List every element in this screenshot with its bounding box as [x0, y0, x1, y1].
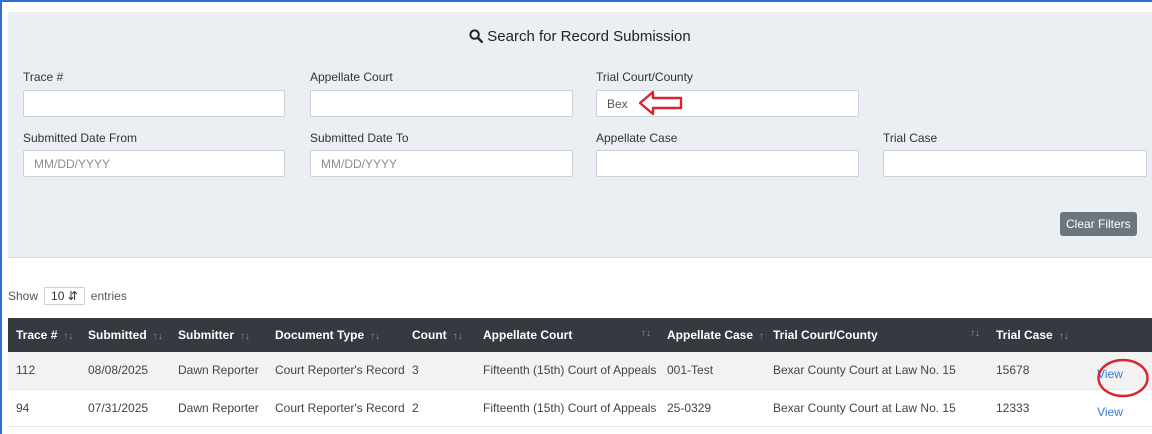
sort-icon: ↑↓ [970, 328, 980, 339]
trace-input[interactable] [23, 90, 285, 117]
cell-document-type: Court Reporter's Record [267, 389, 404, 427]
clear-filters-button[interactable]: Clear Filters [1060, 212, 1137, 236]
cell-trial-case: 15678 [988, 352, 1068, 390]
date-to-label: Submitted Date To [310, 131, 409, 145]
cell-count: 2 [404, 389, 475, 427]
col-header-count[interactable]: Count ↑↓ [404, 318, 475, 352]
cell-submitted: 07/31/2025 [80, 389, 170, 427]
appellate-court-input[interactable] [310, 90, 573, 117]
table-row: 112 08/08/2025 Dawn Reporter Court Repor… [8, 352, 1152, 390]
cell-submitter: Dawn Reporter [170, 389, 267, 427]
date-from-input[interactable] [23, 150, 285, 177]
cell-appellate-case: 001-Test [659, 352, 765, 390]
col-header-document-type[interactable]: Document Type ↑↓ [267, 318, 404, 352]
sort-icon: ↑↓ [152, 331, 163, 342]
col-header-appellate-court[interactable]: Appellate Court ↑↓ [475, 318, 659, 352]
cell-count: 3 [404, 352, 475, 390]
cell-appellate-case: 25-0329 [659, 389, 765, 427]
entries-select[interactable]: 10 ⇵ [44, 287, 85, 305]
sort-icon: ↑↓ [759, 331, 765, 342]
sort-icon: ↑↓ [1058, 331, 1068, 342]
date-to-input[interactable] [310, 150, 573, 177]
table-header-row: Trace # ↑↓ Submitted ↑↓ Submitter ↑↓ Docume… [8, 318, 1152, 352]
col-header-actions [1068, 318, 1152, 352]
col-header-trace[interactable]: Trace # ↑↓ [8, 318, 80, 352]
trial-court-label: Trial Court/County [596, 70, 693, 84]
sort-icon: ↑↓ [370, 331, 381, 342]
appellate-case-label: Appellate Case [596, 131, 678, 145]
col-header-submitted[interactable]: Submitted ↑↓ [80, 318, 170, 352]
show-entries: Show 10 ⇵ entries [8, 287, 127, 305]
select-arrows-icon: ⇵ [67, 289, 78, 303]
show-label: Show [8, 289, 39, 303]
trial-court-input[interactable] [596, 90, 859, 117]
cell-trial-court: Bexar County Court at Law No. 15 [765, 352, 988, 390]
col-header-submitter[interactable]: Submitter ↑↓ [170, 318, 267, 352]
cell-trace: 94 [8, 389, 80, 427]
view-link[interactable]: View [1097, 405, 1123, 419]
circle-annotation-icon [1097, 358, 1149, 398]
arrow-annotation-icon [638, 90, 683, 116]
trace-label: Trace # [23, 70, 64, 84]
results-table: Trace # ↑↓ Submitted ↑↓ Submitter ↑↓ Docume… [8, 318, 1152, 427]
col-header-appellate-case[interactable]: Appellate Case↑↓ [659, 318, 765, 352]
search-panel: Search for Record Submission [8, 12, 1152, 258]
panel-title: Search for Record Submission [8, 28, 1152, 45]
col-header-trial-court[interactable]: Trial Court/County ↑↓ [765, 318, 988, 352]
cell-submitted: 08/08/2025 [80, 352, 170, 390]
panel-title-text: Search for Record Submission [487, 28, 691, 45]
cell-submitter: Dawn Reporter [170, 352, 267, 390]
appellate-case-input[interactable] [596, 150, 859, 177]
entries-select-value: 10 [51, 289, 65, 303]
cell-appellate-court: Fifteenth (15th) Court of Appeals [475, 389, 659, 427]
cell-trial-court: Bexar County Court at Law No. 15 [765, 389, 988, 427]
sort-icon: ↑↓ [452, 331, 463, 342]
col-header-trial-case[interactable]: Trial Case ↑↓ [988, 318, 1068, 352]
trial-case-label: Trial Case [883, 131, 938, 145]
cell-document-type: Court Reporter's Record [267, 352, 404, 390]
trial-case-input[interactable] [883, 150, 1147, 177]
sort-icon: ↑↓ [641, 328, 651, 339]
cell-appellate-court: Fifteenth (15th) Court of Appeals [475, 352, 659, 390]
table-row: 94 07/31/2025 Dawn Reporter Court Report… [8, 389, 1152, 427]
sort-icon: ↑↓ [240, 331, 251, 342]
appellate-court-label: Appellate Court [310, 70, 393, 84]
entries-label: entries [90, 289, 127, 303]
cell-trace: 112 [8, 352, 80, 390]
sort-icon: ↑↓ [63, 331, 74, 342]
cell-trial-case: 12333 [988, 389, 1068, 427]
date-from-label: Submitted Date From [23, 131, 138, 145]
search-icon [469, 29, 484, 44]
